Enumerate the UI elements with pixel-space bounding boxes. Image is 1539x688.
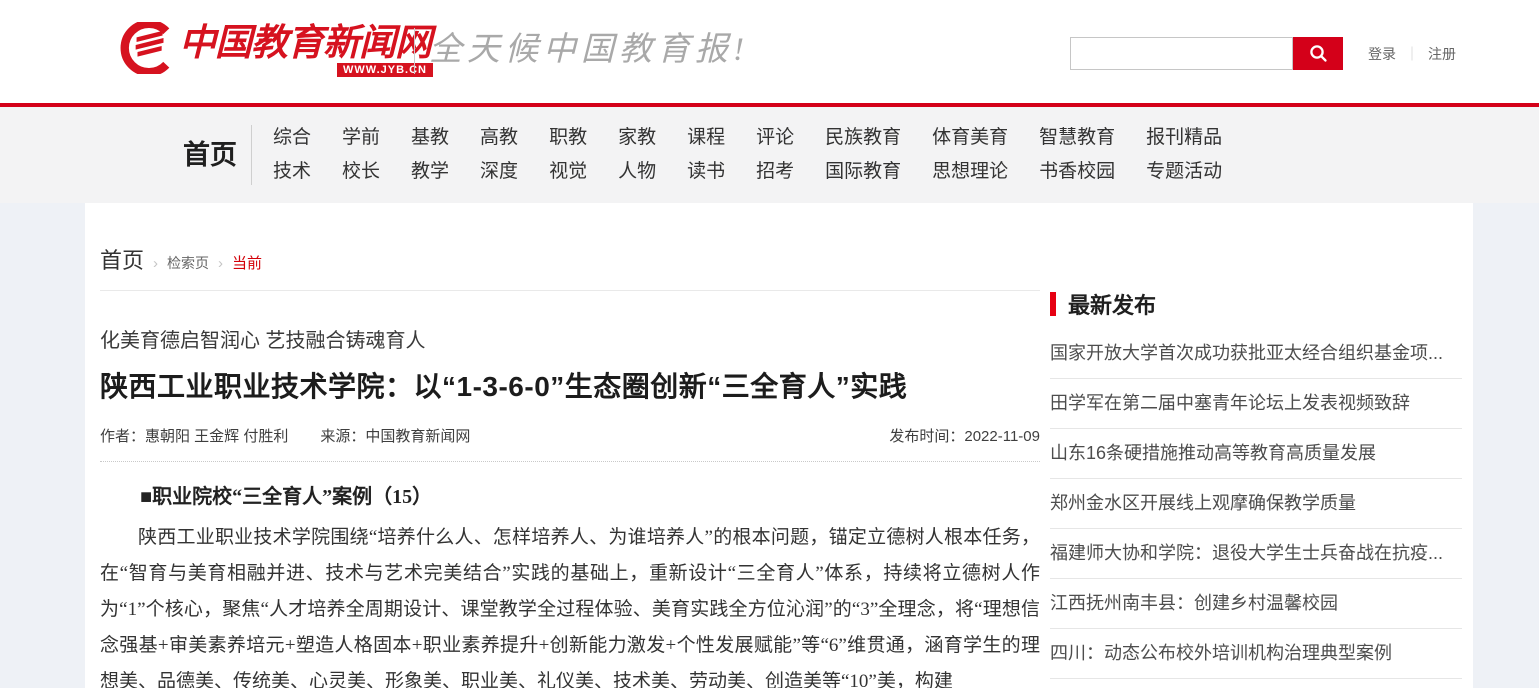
article-author: 作者：惠朝阳 王金辉 付胜利	[100, 425, 288, 446]
search-input[interactable]	[1070, 37, 1293, 70]
nav-column: 民族教育 国际教育	[825, 127, 901, 183]
nav-item[interactable]: 招考	[756, 161, 794, 183]
nav-column: 职教 视觉	[549, 127, 587, 183]
latest-release-list: 国家开放大学首次成功获批亚太经合组织基金项... 田学军在第二届中塞青年论坛上发…	[1050, 329, 1462, 679]
content-card: 首页 › 检索页 › 当前 化美育德启智润心 艺技融合铸魂育人 陕西工业职业技术…	[85, 203, 1473, 688]
sidebar-header: 最新发布	[1050, 288, 1462, 320]
news-link[interactable]: 山东16条硬措施推动高等教育高质量发展	[1050, 442, 1462, 465]
breadcrumb-search-page[interactable]: 检索页	[167, 253, 209, 273]
meta-rule	[100, 461, 1040, 462]
nav-item[interactable]: 视觉	[549, 161, 587, 183]
site-slogan: 全天候中国教育报!	[429, 24, 749, 76]
login-link[interactable]: 登录	[1368, 44, 1396, 64]
list-item: 国家开放大学首次成功获批亚太经合组织基金项...	[1050, 329, 1462, 379]
nav-column: 体育美育 思想理论	[932, 127, 1008, 183]
latest-release-panel: 最新发布 国家开放大学首次成功获批亚太经合组织基金项... 田学军在第二届中塞青…	[1050, 288, 1462, 679]
article-meta: 作者：惠朝阳 王金辉 付胜利 来源：中国教育新闻网 发布时间：2022-11-0…	[100, 425, 1040, 446]
article-lead: ■职业院校“三全育人”案例（15）	[100, 484, 1040, 510]
nav-item-home[interactable]: 首页	[183, 107, 237, 203]
auth-links: 登录 ｜ 注册	[1368, 44, 1456, 64]
nav-item[interactable]: 高教	[480, 127, 518, 149]
list-item: 田学军在第二届中塞青年论坛上发表视频致辞	[1050, 379, 1462, 429]
crescent-logo-icon	[115, 22, 173, 74]
article-publish-date: 发布时间：2022-11-09	[889, 425, 1040, 446]
nav-item[interactable]: 国际教育	[825, 161, 901, 183]
nav-item[interactable]: 人物	[618, 161, 656, 183]
nav-column: 学前 校长	[342, 127, 380, 183]
breadcrumb-current[interactable]: 当前	[232, 252, 262, 273]
nav-item[interactable]: 体育美育	[932, 127, 1008, 149]
nav-item[interactable]: 思想理论	[932, 161, 1008, 183]
chevron-right-icon: ›	[218, 255, 223, 272]
nav-item[interactable]: 读书	[687, 161, 725, 183]
nav-column: 家教 人物	[618, 127, 656, 183]
news-link[interactable]: 福建师大协和学院：退役大学生士兵奋战在抗疫...	[1050, 542, 1462, 565]
nav-item[interactable]: 学前	[342, 127, 380, 149]
article-kicker: 化美育德启智润心 艺技融合铸魂育人	[100, 327, 1040, 355]
nav-item[interactable]: 专题活动	[1146, 161, 1222, 183]
nav-item[interactable]: 书香校园	[1039, 161, 1115, 183]
nav-item[interactable]: 综合	[273, 127, 311, 149]
nav-column: 评论 招考	[756, 127, 794, 183]
news-link[interactable]: 国家开放大学首次成功获批亚太经合组织基金项...	[1050, 342, 1462, 365]
list-item: 四川：动态公布校外培训机构治理典型案例	[1050, 629, 1462, 679]
nav-item[interactable]: 评论	[756, 127, 794, 149]
breadcrumb-rule	[100, 290, 1040, 291]
nav-item[interactable]: 技术	[273, 161, 311, 183]
site-header: 中国教育新闻网WWW.JYB.CN 全天候中国教育报! 登录 ｜ 注册	[0, 0, 1539, 103]
list-item: 山东16条硬措施推动高等教育高质量发展	[1050, 429, 1462, 479]
nav-column: 综合 技术	[273, 127, 311, 183]
search-box	[1070, 37, 1343, 70]
nav-item[interactable]: 家教	[618, 127, 656, 149]
nav-column: 课程 读书	[687, 127, 725, 183]
breadcrumb: 首页 › 检索页 › 当前	[100, 203, 1040, 275]
register-link[interactable]: 注册	[1428, 44, 1456, 64]
header-divider	[414, 28, 415, 74]
nav-column: 高教 深度	[480, 127, 518, 183]
nav-item[interactable]: 深度	[480, 161, 518, 183]
chevron-right-icon: ›	[153, 255, 158, 272]
breadcrumb-home[interactable]: 首页	[100, 243, 144, 275]
news-link[interactable]: 四川：动态公布校外培训机构治理典型案例	[1050, 642, 1462, 665]
site-logo[interactable]: 中国教育新闻网WWW.JYB.CN	[115, 22, 431, 74]
auth-separator: ｜	[1405, 44, 1419, 64]
search-icon	[1309, 44, 1328, 63]
nav-item[interactable]: 职教	[549, 127, 587, 149]
red-accent-bar	[1050, 292, 1056, 316]
news-link[interactable]: 田学军在第二届中塞青年论坛上发表视频致辞	[1050, 392, 1462, 415]
slogan-wrap: 全天候中国教育报!	[392, 24, 749, 76]
nav-column: 基教 教学	[411, 127, 449, 183]
list-item: 福建师大协和学院：退役大学生士兵奋战在抗疫...	[1050, 529, 1462, 579]
news-link[interactable]: 江西抚州南丰县：创建乡村温馨校园	[1050, 592, 1462, 615]
article-paragraph: 陕西工业职业技术学院围绕“培养什么人、怎样培养人、为谁培养人”的根本问题，锚定立…	[100, 520, 1040, 688]
nav-item[interactable]: 报刊精品	[1146, 127, 1222, 149]
article-source: 来源：中国教育新闻网	[320, 425, 470, 446]
nav-column: 智慧教育 书香校园	[1039, 127, 1115, 183]
nav-item[interactable]: 民族教育	[825, 127, 901, 149]
list-item: 郑州金水区开展线上观摩确保教学质量	[1050, 479, 1462, 529]
nav-column: 报刊精品 专题活动	[1146, 127, 1222, 183]
nav-columns: 综合 技术 学前 校长 基教 教学 高教 深度 职教 视觉 家教 人物 课程 读…	[273, 127, 1222, 183]
search-button[interactable]	[1293, 37, 1343, 70]
article-title: 陕西工业职业技术学院：以“1-3-6-0”生态圈创新“三全育人”实践	[100, 367, 1040, 407]
nav-divider	[251, 125, 252, 185]
article-column: 首页 › 检索页 › 当前 化美育德启智润心 艺技融合铸魂育人 陕西工业职业技术…	[100, 203, 1040, 688]
list-item: 江西抚州南丰县：创建乡村温馨校园	[1050, 579, 1462, 629]
nav-item[interactable]: 校长	[342, 161, 380, 183]
nav-item[interactable]: 课程	[687, 127, 725, 149]
nav-item[interactable]: 基教	[411, 127, 449, 149]
nav-item[interactable]: 智慧教育	[1039, 127, 1115, 149]
nav-item[interactable]: 教学	[411, 161, 449, 183]
sidebar-title: 最新发布	[1068, 288, 1156, 320]
news-link[interactable]: 郑州金水区开展线上观摩确保教学质量	[1050, 492, 1462, 515]
main-nav: 首页 综合 技术 学前 校长 基教 教学 高教 深度 职教 视觉 家教 人物 课…	[0, 107, 1539, 203]
